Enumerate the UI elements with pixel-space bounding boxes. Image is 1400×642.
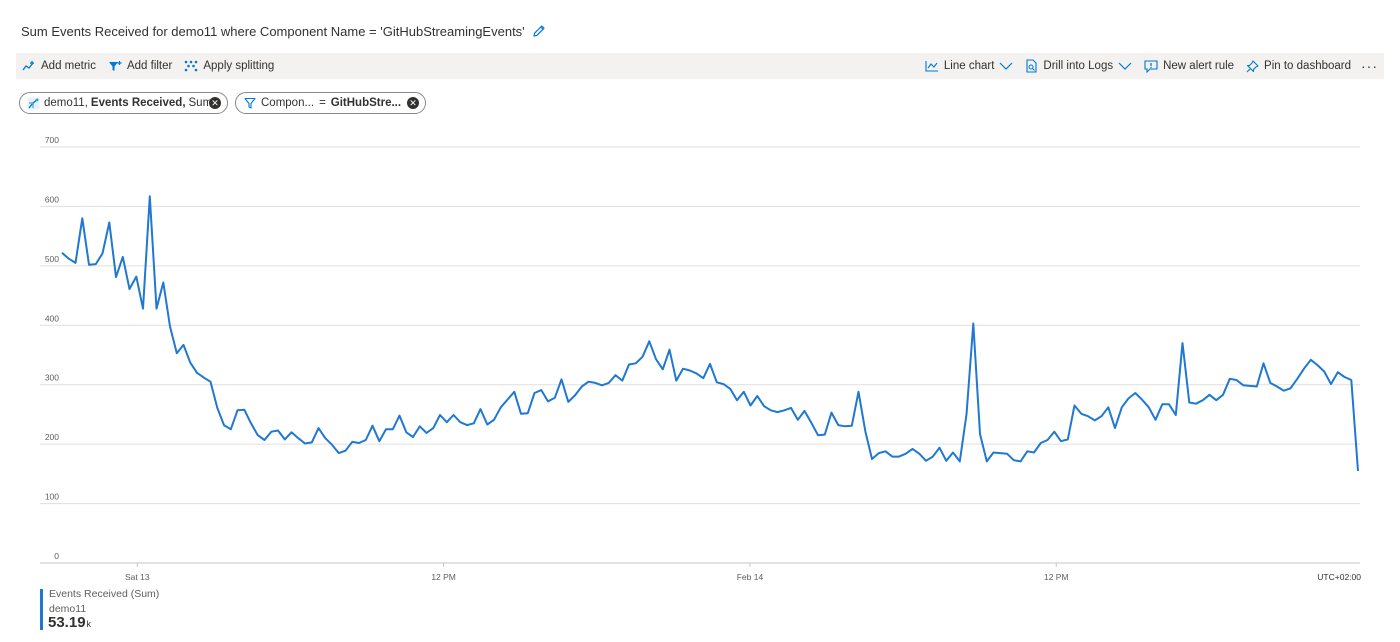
series-line — [61, 195, 1359, 471]
x-tick-label: 12 PM — [1044, 572, 1069, 582]
y-tick-label: 500 — [45, 254, 59, 264]
legend-color-bar — [40, 589, 43, 630]
new-alert-rule-label: New alert rule — [1163, 60, 1235, 72]
add-filter-button[interactable]: Add filter — [108, 54, 172, 78]
remove-filter-icon[interactable]: ✕ — [407, 97, 419, 109]
legend-total: 53.19k — [48, 614, 91, 631]
legend-series-label: Events Received (Sum) — [49, 588, 160, 600]
pencil-icon[interactable] — [532, 24, 546, 38]
metric-name: Events Received, — [90, 97, 186, 109]
metric-pill[interactable]: demo11, Events Received, Sum ✕ — [19, 92, 228, 114]
add-filter-icon — [108, 61, 122, 71]
pin-to-dashboard-button[interactable]: Pin to dashboard — [1246, 54, 1351, 78]
x-tick-label: Sat 13 — [125, 572, 150, 582]
chevron-down-icon — [1118, 62, 1132, 70]
legend-unit: k — [86, 619, 92, 629]
resource-icon — [27, 97, 40, 109]
chart-toolbar: Add metric Add filter Apply splitting Li… — [16, 53, 1384, 79]
apply-splitting-button[interactable]: Apply splitting — [184, 54, 274, 78]
line-chart-icon — [925, 61, 938, 72]
add-metric-label: Add metric — [41, 60, 96, 72]
more-options-icon[interactable]: ··· — [1361, 58, 1378, 74]
filter-value: GitHubStre... — [330, 97, 402, 109]
add-metric-button[interactable]: Add metric — [22, 54, 96, 78]
pin-icon — [1246, 59, 1259, 72]
drill-into-logs-dropdown[interactable]: Drill into Logs — [1025, 54, 1132, 78]
filter-property: Compon... — [261, 97, 315, 109]
chevron-down-icon — [999, 62, 1013, 70]
y-tick-label: 400 — [45, 313, 59, 323]
alert-icon — [1144, 59, 1158, 73]
new-alert-rule-button[interactable]: New alert rule — [1144, 54, 1234, 78]
line-chart[interactable]: 0 100 200 300 400 500 600 700 Sat 13 12 PM Feb 14 1… — [0, 130, 1400, 590]
y-tick-label: 300 — [45, 373, 59, 383]
line-chart-dropdown[interactable]: Line chart — [925, 54, 1014, 78]
y-tick-label: 700 — [45, 135, 59, 145]
y-tick-label: 100 — [45, 492, 59, 502]
add-filter-label: Add filter — [126, 60, 173, 72]
chart-legend[interactable]: Events Received (Sum) demo11 53.19k — [40, 588, 180, 631]
y-tick-label: 0 — [54, 551, 59, 561]
apply-splitting-label: Apply splitting — [203, 60, 275, 72]
filter-operator: = — [319, 97, 326, 109]
x-tick-label: Feb 14 — [737, 572, 764, 582]
line-chart-label: Line chart — [943, 60, 995, 72]
splitting-icon — [185, 60, 198, 72]
drill-into-logs-label: Drill into Logs — [1043, 60, 1114, 72]
legend-value: 53.19 — [48, 614, 86, 631]
timezone-label: UTC+02:00 — [1317, 572, 1361, 582]
chart-title-bar: Sum Events Received for demo11 where Com… — [21, 21, 546, 41]
filter-icon — [244, 97, 256, 109]
y-tick-label: 200 — [45, 432, 59, 442]
x-tick-label: 12 PM — [431, 572, 456, 582]
metric-resource: demo11, — [44, 97, 88, 109]
pin-to-dashboard-label: Pin to dashboard — [1264, 60, 1351, 72]
chart-title: Sum Events Received for demo11 where Com… — [21, 23, 525, 39]
y-tick-label: 600 — [45, 194, 59, 204]
remove-metric-icon[interactable]: ✕ — [209, 97, 221, 109]
filter-pill[interactable]: Compon... = GitHubStre... ✕ — [235, 92, 426, 114]
add-metric-icon — [22, 61, 34, 71]
logs-icon — [1026, 59, 1037, 73]
